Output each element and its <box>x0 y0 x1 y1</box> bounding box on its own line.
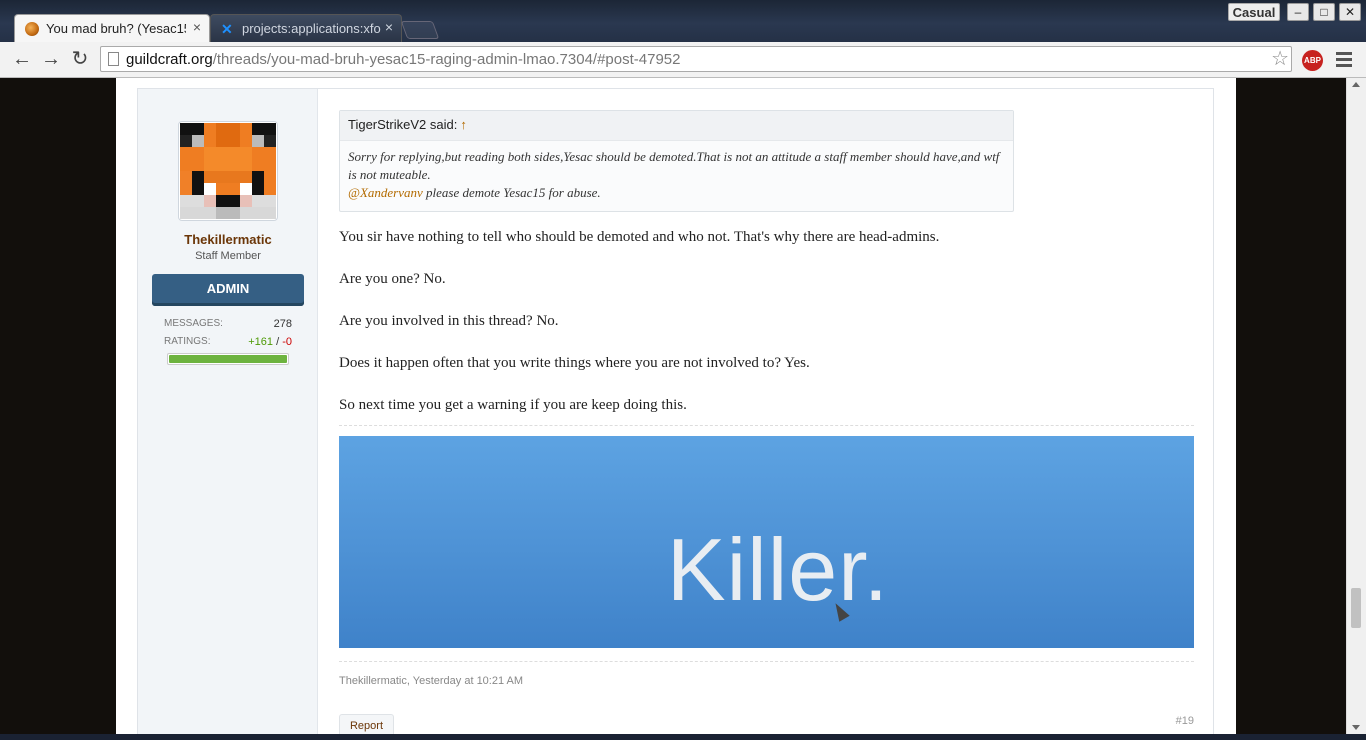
signature-text: Killer. <box>666 520 890 619</box>
scroll-up-arrow-icon[interactable] <box>1352 82 1360 87</box>
avatar[interactable] <box>178 121 278 221</box>
rating-bar-fill <box>169 355 287 363</box>
url-text[interactable]: guildcraft.org/threads/you-mad-bruh-yesa… <box>126 51 680 68</box>
message-content: TigerStrikeV2 said: ↑ Sorry for replying,… <box>339 89 1194 734</box>
post-paragraph: So next time you get a warning if you ar… <box>339 397 687 413</box>
page-icon <box>108 52 119 66</box>
forward-arrow-icon[interactable]: → <box>40 48 62 70</box>
post-number-link[interactable]: #19 <box>1176 715 1194 727</box>
address-bar[interactable]: guildcraft.org/threads/you-mad-bruh-yesa… <box>100 46 1292 72</box>
new-tab-button[interactable] <box>400 21 440 39</box>
post-paragraph: Does it happen often that you write thin… <box>339 355 810 371</box>
maximize-icon[interactable]: □ <box>1313 3 1335 21</box>
ratings-positive[interactable]: +161 <box>248 336 273 348</box>
messages-count[interactable]: 278 <box>274 318 292 330</box>
signature-banner: Killer. <box>339 436 1194 648</box>
bookmark-star-icon[interactable]: ☆ <box>1271 48 1289 70</box>
back-arrow-icon[interactable]: ← <box>11 48 33 70</box>
message-user-info: Thekillermatic Staff Member ADMIN MESSAG… <box>138 89 318 734</box>
quote-text: Sorry for replying,but reading both side… <box>340 141 1013 209</box>
message-post: Thekillermatic Staff Member ADMIN MESSAG… <box>137 88 1214 734</box>
window-bottom-frame <box>0 734 1366 740</box>
ratings-label: RATINGS: <box>164 336 211 347</box>
browser-toolbar: ← → ↻ guildcraft.org/threads/you-mad-bru… <box>0 42 1366 78</box>
post-paragraph: Are you one? No. <box>339 271 446 287</box>
signature-divider <box>339 661 1194 662</box>
rating-bar <box>167 353 289 365</box>
minimize-icon[interactable]: – <box>1287 3 1309 21</box>
post-paragraph: You sir have nothing to tell who should … <box>339 229 940 245</box>
jump-to-quote-icon[interactable]: ↑ <box>460 117 467 132</box>
reload-icon[interactable]: ↻ <box>69 48 91 70</box>
report-button[interactable]: Report <box>339 714 394 734</box>
quote-line: please demote Yesac15 for abuse. <box>422 185 601 200</box>
tab-strip: You mad bruh? (Yesac15 × ✕ projects:appl… <box>0 0 1366 42</box>
messages-label: MESSAGES: <box>164 318 223 329</box>
hamburger-menu-icon[interactable] <box>1336 50 1352 68</box>
post-paragraph: Are you involved in this thread? No. <box>339 313 559 329</box>
page-viewport: Thekillermatic Staff Member ADMIN MESSAG… <box>0 78 1346 734</box>
profile-button[interactable]: Casual <box>1228 3 1280 21</box>
window-close-icon[interactable]: ✕ <box>1339 3 1361 21</box>
page-container: Thekillermatic Staff Member ADMIN MESSAG… <box>116 78 1236 734</box>
adblock-plus-icon[interactable]: ABP <box>1302 50 1323 71</box>
close-icon[interactable]: × <box>193 20 201 34</box>
scrollbar-thumb[interactable] <box>1351 588 1361 628</box>
messages-stat: MESSAGES: 278 <box>164 318 292 330</box>
page-scrollbar[interactable] <box>1346 78 1366 734</box>
ratings-negative[interactable]: -0 <box>282 336 292 348</box>
quote-block: TigerStrikeV2 said: ↑ Sorry for replying,… <box>339 110 1014 212</box>
quote-line: Sorry for replying,but reading both side… <box>348 149 1000 182</box>
quote-attribution: TigerStrikeV2 said: ↑ <box>340 111 1013 141</box>
signature-divider <box>339 425 1194 426</box>
x-favicon-icon: ✕ <box>221 21 233 37</box>
user-title: Staff Member <box>195 250 261 262</box>
admin-banner: ADMIN <box>152 274 304 306</box>
username-link[interactable]: Thekillermatic <box>138 232 318 247</box>
tab-title: projects:applications:xfo <box>242 21 381 36</box>
site-favicon-icon <box>25 22 39 36</box>
avatar-image <box>180 123 276 219</box>
ratings-stat: RATINGS: +161 / -0 <box>164 336 292 348</box>
post-meta[interactable]: Thekillermatic, Yesterday at 10:21 AM <box>339 675 523 687</box>
mention-link[interactable]: @Xandervanv <box>348 185 423 200</box>
tab-title: You mad bruh? (Yesac15 <box>46 21 186 36</box>
tab-thread[interactable]: You mad bruh? (Yesac15 × <box>14 14 210 42</box>
scroll-down-arrow-icon[interactable] <box>1352 725 1360 730</box>
quote-author: TigerStrikeV2 said: <box>348 117 458 132</box>
ratings-values: +161 / -0 <box>248 336 292 348</box>
tab-projects[interactable]: ✕ projects:applications:xfo × <box>210 14 402 42</box>
browser-chrome: You mad bruh? (Yesac15 × ✕ projects:appl… <box>0 0 1366 78</box>
close-icon[interactable]: × <box>385 20 393 34</box>
ratings-separator: / <box>276 336 280 348</box>
